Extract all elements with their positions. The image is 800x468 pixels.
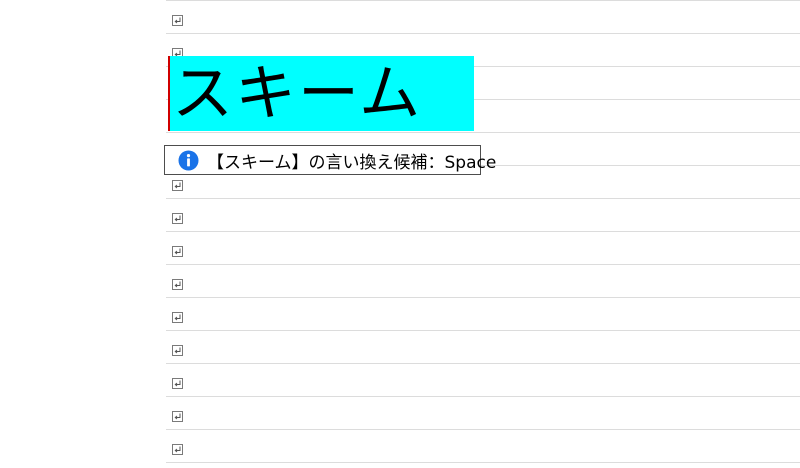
line-divider [166, 462, 800, 463]
line-divider [166, 297, 800, 298]
line-divider [166, 429, 800, 430]
line-divider [166, 33, 800, 34]
rephrase-suggestion-tooltip[interactable]: 【スキーム】の言い換え候補：Space [164, 145, 496, 175]
paragraph-return-icon [171, 410, 183, 422]
document-page: スキーム 【スキーム】の言い換え候補：Space [0, 0, 800, 468]
info-icon [178, 150, 199, 171]
line-divider [166, 132, 800, 133]
paragraph-return-icon [171, 179, 183, 191]
highlighted-word[interactable]: スキーム [168, 56, 474, 131]
paragraph-return-icon [171, 377, 183, 389]
paragraph-return-icon [171, 443, 183, 455]
line-divider [166, 264, 800, 265]
line-divider [166, 363, 800, 364]
line-divider [166, 330, 800, 331]
paragraph-return-icon [171, 344, 183, 356]
paragraph-return-icon [171, 311, 183, 323]
tooltip-text: 【スキーム】の言い換え候補：Space [207, 152, 497, 173]
paragraph-return-icon [171, 14, 183, 26]
text-cursor [168, 56, 170, 131]
line-divider [166, 198, 800, 199]
paragraph-return-icon [171, 278, 183, 290]
line-divider [166, 0, 800, 1]
paragraph-return-icon [171, 245, 183, 257]
line-divider [166, 231, 800, 232]
paragraph-return-icon [171, 212, 183, 224]
line-divider [166, 396, 800, 397]
